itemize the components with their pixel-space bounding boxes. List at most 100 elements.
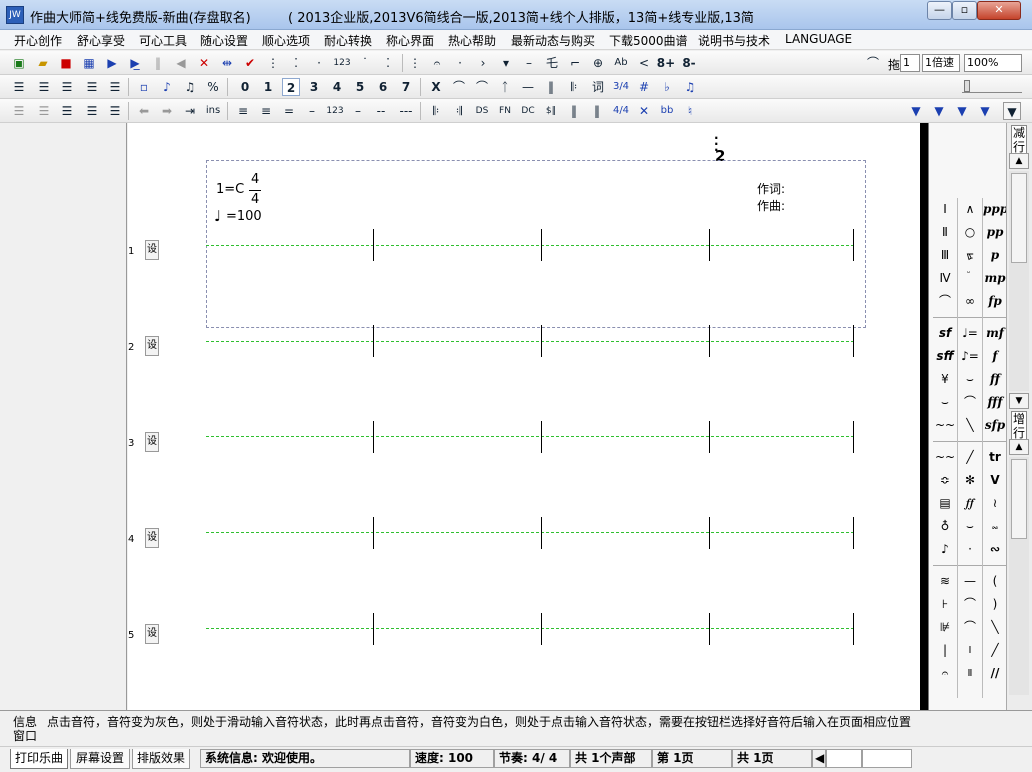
degree-3[interactable]: 3 — [305, 78, 323, 96]
align-justify-icon[interactable]: ☰ — [83, 78, 101, 96]
link-icon[interactable]: ⇹ — [218, 54, 236, 72]
indent-icon[interactable]: ⇥ — [181, 102, 199, 120]
palette-symbol[interactable]: ⌒ — [958, 593, 982, 616]
delete-note-button[interactable]: X — [427, 78, 445, 96]
check-icon[interactable]: ✔ — [241, 54, 259, 72]
dc-button[interactable]: DC — [519, 102, 537, 120]
palette-symbol[interactable]: 𝄐 — [933, 662, 957, 685]
double-bar-icon[interactable]: ‖ — [565, 102, 583, 120]
menu-manual[interactable]: 说明书与技术 — [698, 32, 770, 49]
marcato-icon[interactable]: ▾ — [497, 54, 515, 72]
palette-symbol[interactable]: | — [933, 639, 957, 662]
palette-symbol[interactable]: Ⅱ — [958, 662, 982, 685]
repeat-end-icon[interactable]: 𝄇 — [450, 102, 468, 120]
palette-symbol[interactable]: Ⅳ — [933, 267, 957, 290]
palette-symbol[interactable]: sf — [933, 322, 957, 345]
palette-symbol[interactable]: V — [983, 469, 1007, 492]
loop-icon[interactable]: ✕ — [195, 54, 213, 72]
palette-symbol[interactable]: ╲ — [983, 616, 1007, 639]
palette-symbol[interactable]: Ⅲ — [933, 244, 957, 267]
menu-chenxin[interactable]: 称心界面 — [386, 32, 434, 49]
staccato-icon[interactable]: · — [451, 54, 469, 72]
palette-symbol[interactable]: ≀ — [983, 492, 1007, 515]
bracket-icon[interactable]: ⌐ — [566, 54, 584, 72]
format-2-icon[interactable]: ☰ — [35, 102, 53, 120]
scroll-thumb[interactable] — [1011, 459, 1027, 539]
palette-symbol[interactable]: ~~ — [933, 446, 957, 469]
slur-icon[interactable]: ⌒ — [864, 54, 882, 72]
staff-line[interactable] — [206, 341, 854, 342]
beam-icon[interactable]: — — [519, 78, 537, 96]
save-icon[interactable]: ▣ — [10, 54, 28, 72]
degree-0[interactable]: 0 — [236, 78, 254, 96]
time-signature-denominator[interactable]: 4 — [251, 192, 259, 207]
palette-symbol[interactable]: ∾ — [983, 538, 1007, 561]
chevron-down-icon[interactable]: ▼ — [976, 102, 994, 120]
segno-bar-button[interactable]: $‖ — [542, 102, 560, 120]
menu-kaixin[interactable]: 开心创作 — [14, 32, 62, 49]
degree-6[interactable]: 6 — [374, 78, 392, 96]
low-dots-icon[interactable]: ⁚ — [287, 54, 305, 72]
ab-button[interactable]: Ab — [612, 54, 630, 72]
rest-icon[interactable]: ▫ — [135, 78, 153, 96]
palette-dynamic[interactable]: ff — [983, 368, 1007, 391]
palette-symbol[interactable]: ¥ — [933, 368, 957, 391]
format-1-icon[interactable]: ☰ — [10, 102, 28, 120]
percent-icon[interactable]: % — [204, 78, 222, 96]
menu-suixin[interactable]: 随心设置 — [200, 32, 248, 49]
palette-symbol[interactable]: ~~ — [933, 414, 957, 437]
add-row-button[interactable]: 增行 — [1011, 411, 1027, 441]
prev-icon[interactable]: ◀ — [172, 54, 190, 72]
degree-4[interactable]: 4 — [328, 78, 346, 96]
palette-symbol[interactable]: tr — [983, 446, 1007, 469]
zoom-select[interactable]: 100% — [964, 54, 1022, 72]
time-sig-44-button[interactable]: 4/4 — [611, 102, 631, 120]
palette-symbol[interactable]: ♩= — [958, 322, 982, 345]
palette-symbol[interactable]: ⌣ — [958, 515, 982, 538]
palette-dynamic[interactable]: mp — [983, 267, 1007, 290]
ds-button[interactable]: DS — [473, 102, 491, 120]
palette-symbol[interactable]: 𝆗 — [983, 515, 1007, 538]
palette-symbol[interactable]: ♪ — [933, 538, 957, 561]
palette-symbol[interactable]: ○ — [958, 221, 982, 244]
palette-dynamic[interactable]: fp — [983, 290, 1007, 313]
palette-symbol[interactable]: Ⅱ — [933, 221, 957, 244]
palette-symbol[interactable]: ᢘ — [958, 244, 982, 267]
high-dot-icon[interactable]: ˙ — [356, 54, 374, 72]
align-center-icon[interactable]: ☰ — [35, 78, 53, 96]
status-field[interactable] — [826, 749, 862, 768]
degree-1[interactable]: 1 — [259, 78, 277, 96]
format-5-icon[interactable]: ☰ — [106, 102, 124, 120]
coda-icon[interactable]: ⊕ — [589, 54, 607, 72]
palette-symbol[interactable]: // — [983, 662, 1007, 685]
palette-symbol[interactable]: Ⅰ — [933, 198, 957, 221]
palette-symbol[interactable]: ≎ — [933, 469, 957, 492]
dash-4-icon[interactable]: --- — [395, 102, 417, 120]
lyricist-label[interactable]: 作词: — [757, 180, 785, 197]
palette-symbol[interactable]: ⌒ — [933, 290, 957, 313]
palette-symbol[interactable]: ( — [983, 570, 1007, 593]
eighth-note-icon[interactable]: ♫ — [181, 78, 199, 96]
double-flat-button[interactable]: bb — [658, 102, 676, 120]
menu-kexin[interactable]: 可心工具 — [139, 32, 187, 49]
composer-label[interactable]: 作曲: — [757, 197, 785, 214]
staff-line[interactable] — [206, 436, 854, 437]
align-right-icon[interactable]: ☰ — [58, 78, 76, 96]
degree-5[interactable]: 5 — [351, 78, 369, 96]
row-settings-button[interactable]: 设 — [145, 624, 159, 644]
format-4-icon[interactable]: ☰ — [83, 102, 101, 120]
scroll-track[interactable] — [1009, 171, 1029, 391]
crescendo-icon[interactable]: < — [635, 54, 653, 72]
palette-symbol[interactable]: 𝆉 — [958, 267, 982, 290]
chevron-down-icon[interactable]: ▼ — [953, 102, 971, 120]
octave-down-button[interactable]: 8- — [679, 54, 699, 72]
status-field-2[interactable] — [862, 749, 912, 768]
tab-print-score[interactable]: 打印乐曲 — [10, 749, 68, 769]
octave-up-button[interactable]: 8+ — [656, 54, 676, 72]
time-signature-numerator[interactable]: 4 — [251, 172, 259, 187]
dots-icon[interactable]: ⋮ — [264, 54, 282, 72]
zoom-slider[interactable] — [962, 79, 1022, 93]
fermata-icon[interactable]: 𝄐 — [428, 54, 446, 72]
palette-symbol[interactable]: ⌣ — [958, 368, 982, 391]
piano-icon[interactable]: ▦ — [80, 54, 98, 72]
